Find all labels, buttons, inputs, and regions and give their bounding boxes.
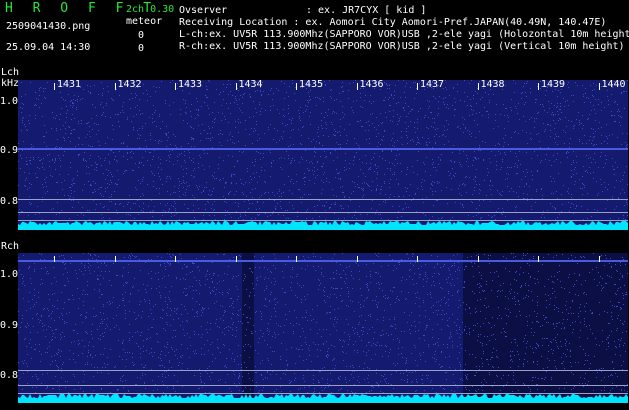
filename: 2509041430.png bbox=[6, 21, 91, 32]
count-left: 0 bbox=[138, 30, 145, 41]
observer-label: Ovserver bbox=[179, 5, 228, 16]
rch-waterfall bbox=[18, 253, 628, 403]
rch-ref-line-2 bbox=[18, 385, 628, 386]
rch-ref-line-3 bbox=[18, 393, 628, 394]
minute-tick bbox=[296, 83, 297, 90]
minute-label: 1434 bbox=[238, 79, 263, 90]
rch-description: R-ch:ex. UV5R 113.900Mhz(SAPPORO VOR)USB… bbox=[179, 41, 625, 52]
lch-description: L-ch:ex. UV5R 113.900Mhz(SAPPORO VOR)USB… bbox=[179, 29, 629, 40]
lch-tick-3: 0.8 bbox=[0, 196, 19, 207]
minute-tick-rch bbox=[114, 256, 116, 262]
quiet-band bbox=[463, 253, 628, 403]
lch-waterfall bbox=[18, 80, 628, 230]
rch-tick-3: 0.8 bbox=[0, 370, 19, 381]
minute-tick bbox=[417, 83, 418, 90]
minute-tick bbox=[175, 83, 176, 90]
rch-tick-1: 1.0 bbox=[0, 269, 19, 280]
minute-label: 1440 bbox=[601, 79, 626, 90]
minute-tick-rch bbox=[235, 256, 237, 262]
lch-spectrogram bbox=[18, 80, 628, 230]
minute-label: 1435 bbox=[299, 79, 324, 90]
minute-tick bbox=[235, 83, 237, 90]
minute-tick-rch bbox=[598, 256, 600, 262]
carrier-line bbox=[18, 260, 628, 262]
lch-tick-1: 1.0 bbox=[0, 96, 19, 107]
minute-label: 1431 bbox=[57, 79, 82, 90]
minute-label: 1432 bbox=[117, 79, 142, 90]
count-right: 0 bbox=[138, 43, 145, 54]
minute-tick-rch bbox=[54, 256, 55, 262]
rch-spectrogram bbox=[18, 253, 628, 403]
lch-unit: kHz bbox=[1, 78, 20, 89]
minute-tick bbox=[477, 83, 479, 90]
lch-ref-line-1 bbox=[18, 199, 628, 200]
rch-label: Rch bbox=[1, 241, 20, 252]
observer-value: : ex. JR7CYX [ kid ] bbox=[306, 5, 427, 16]
minute-tick-rch bbox=[417, 256, 418, 262]
minute-label: 1438 bbox=[480, 79, 505, 90]
minute-tick-rch bbox=[538, 256, 539, 262]
minute-tick-rch bbox=[477, 256, 479, 262]
minute-tick-rch bbox=[296, 256, 297, 262]
rch-tick-2: 0.9 bbox=[0, 320, 19, 331]
lch-ref-line-3 bbox=[18, 220, 628, 221]
minute-tick bbox=[538, 83, 539, 90]
location-text: Receiving Location : ex. Aomori City Aom… bbox=[179, 17, 607, 28]
category-label: meteor bbox=[126, 16, 163, 27]
minute-label: 1437 bbox=[420, 79, 445, 90]
minute-tick-rch bbox=[175, 256, 176, 262]
minute-label: 1436 bbox=[359, 79, 384, 90]
minute-label: 1439 bbox=[541, 79, 566, 90]
lch-label: Lch bbox=[1, 67, 20, 78]
lch-ref-line-2 bbox=[18, 212, 628, 213]
carrier-line bbox=[18, 148, 628, 150]
lch-tick-2: 0.9 bbox=[0, 145, 19, 156]
minute-tick bbox=[598, 83, 600, 90]
minute-label: 1433 bbox=[178, 79, 203, 90]
minute-tick bbox=[114, 83, 116, 90]
datetime: 25.09.04 14:30 bbox=[6, 42, 91, 53]
minute-tick-rch bbox=[356, 256, 358, 262]
rch-ref-line-1 bbox=[18, 370, 628, 371]
minute-tick bbox=[356, 83, 358, 90]
minute-tick bbox=[54, 83, 55, 90]
spectrogram-background bbox=[18, 80, 628, 230]
mode-label: 2ch 0.30 bbox=[126, 4, 175, 15]
